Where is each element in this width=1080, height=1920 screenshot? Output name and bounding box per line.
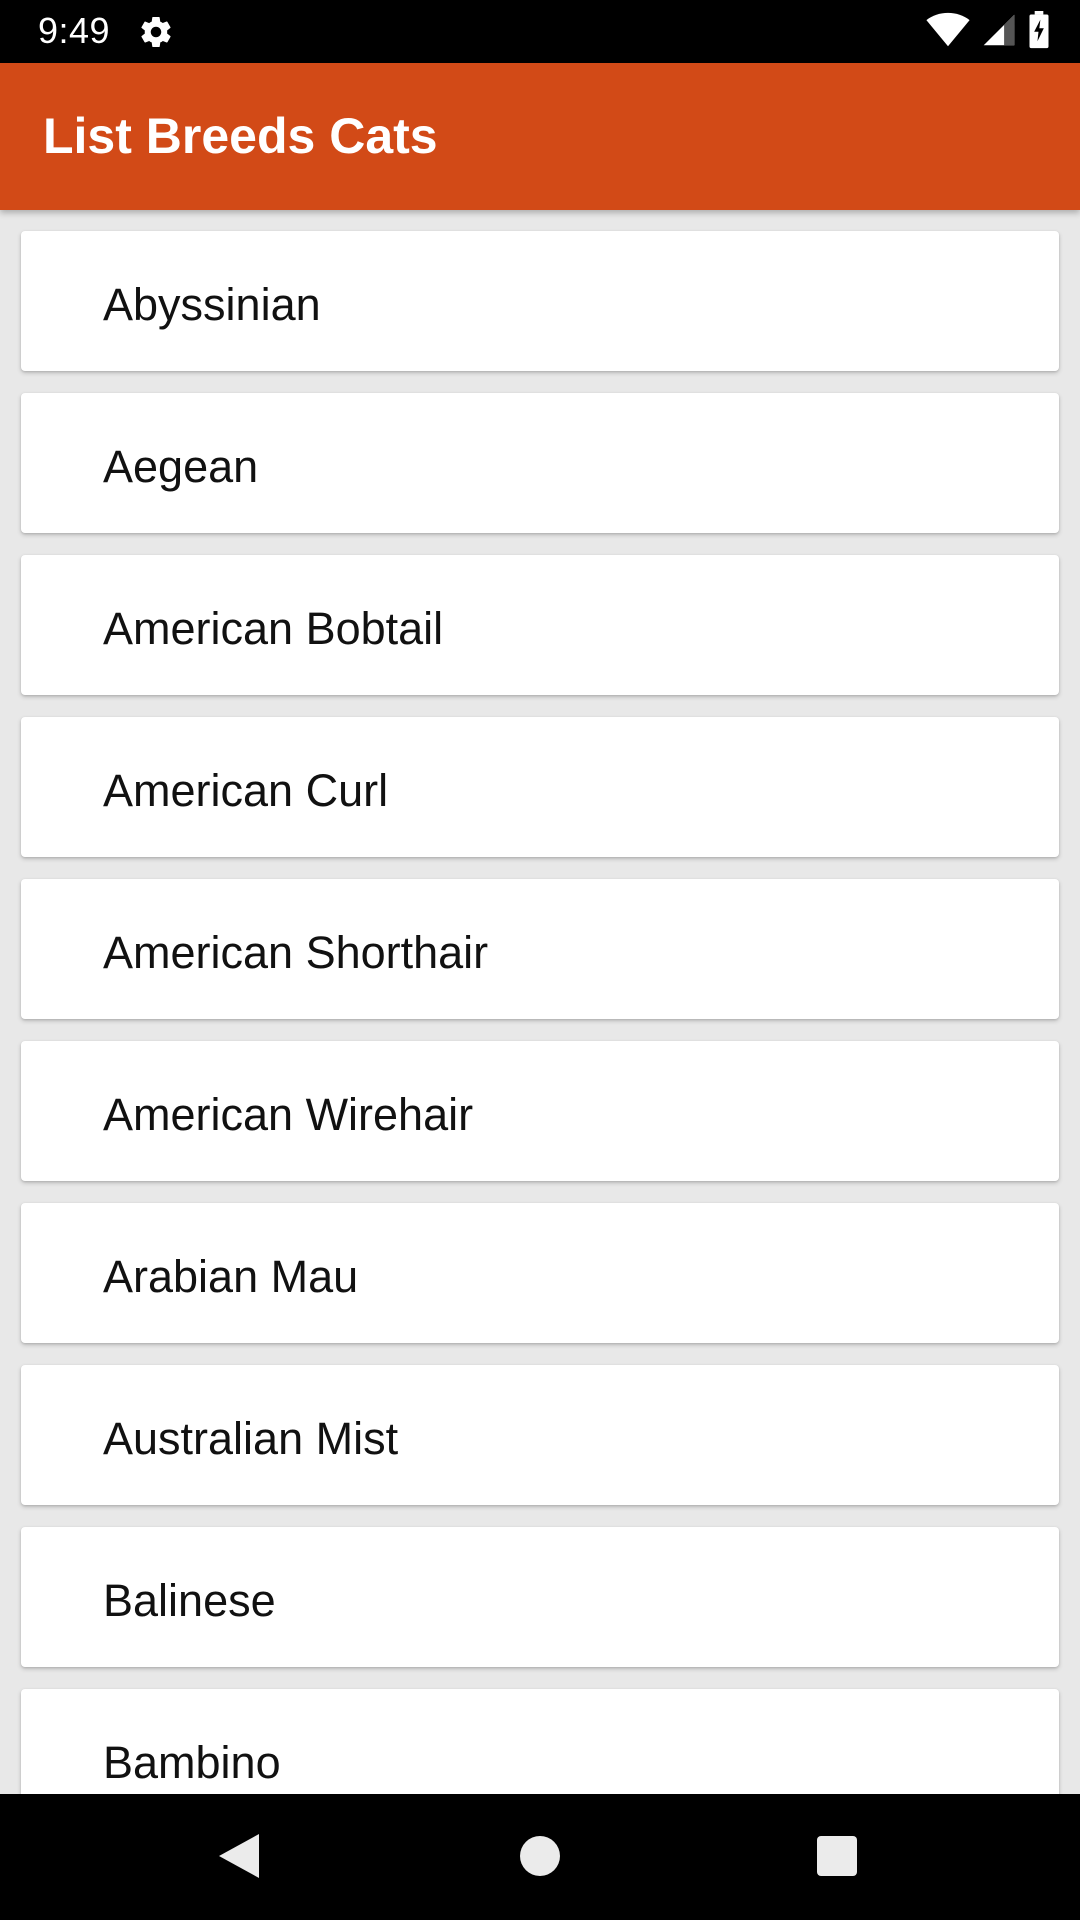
settings-icon: [138, 14, 174, 50]
back-button[interactable]: [207, 1826, 271, 1890]
home-button[interactable]: [508, 1826, 572, 1890]
list-item[interactable]: Australian Mist: [21, 1365, 1059, 1505]
status-time: 9:49: [38, 10, 111, 51]
list-item[interactable]: American Curl: [21, 717, 1059, 857]
breed-name: Arabian Mau: [103, 1251, 359, 1302]
cellular-signal-icon: [982, 12, 1016, 53]
list-item[interactable]: Aegean: [21, 393, 1059, 533]
home-icon: [520, 1835, 560, 1881]
recents-button[interactable]: [805, 1826, 869, 1890]
navigation-bar: [0, 1794, 1080, 1920]
page-title: List Breeds Cats: [43, 108, 438, 164]
breed-name: Balinese: [103, 1575, 276, 1626]
status-icons: [926, 10, 1050, 54]
breed-list[interactable]: Abyssinian Aegean American Bobtail Ameri…: [0, 210, 1080, 1794]
list-item[interactable]: Arabian Mau: [21, 1203, 1059, 1343]
app-bar: List Breeds Cats: [0, 63, 1080, 210]
breed-name: American Shorthair: [103, 927, 489, 978]
recents-icon: [817, 1835, 857, 1881]
breed-name: American Wirehair: [103, 1089, 474, 1140]
breed-name: American Bobtail: [103, 603, 444, 654]
list-item[interactable]: American Bobtail: [21, 555, 1059, 695]
list-item[interactable]: Balinese: [21, 1527, 1059, 1667]
battery-charging-icon: [1028, 10, 1050, 54]
breed-name: Bambino: [103, 1737, 281, 1788]
list-item[interactable]: American Shorthair: [21, 879, 1059, 1019]
list-item[interactable]: Bambino: [21, 1689, 1059, 1794]
breed-name: American Curl: [103, 765, 389, 816]
breed-name: Australian Mist: [103, 1413, 399, 1464]
wifi-icon: [926, 12, 970, 53]
breed-name: Abyssinian: [103, 279, 321, 330]
back-icon: [217, 1832, 261, 1885]
list-item[interactable]: Abyssinian: [21, 231, 1059, 371]
list-item[interactable]: American Wirehair: [21, 1041, 1059, 1181]
breed-name: Aegean: [103, 441, 259, 492]
status-bar: 9:49: [0, 0, 1080, 63]
